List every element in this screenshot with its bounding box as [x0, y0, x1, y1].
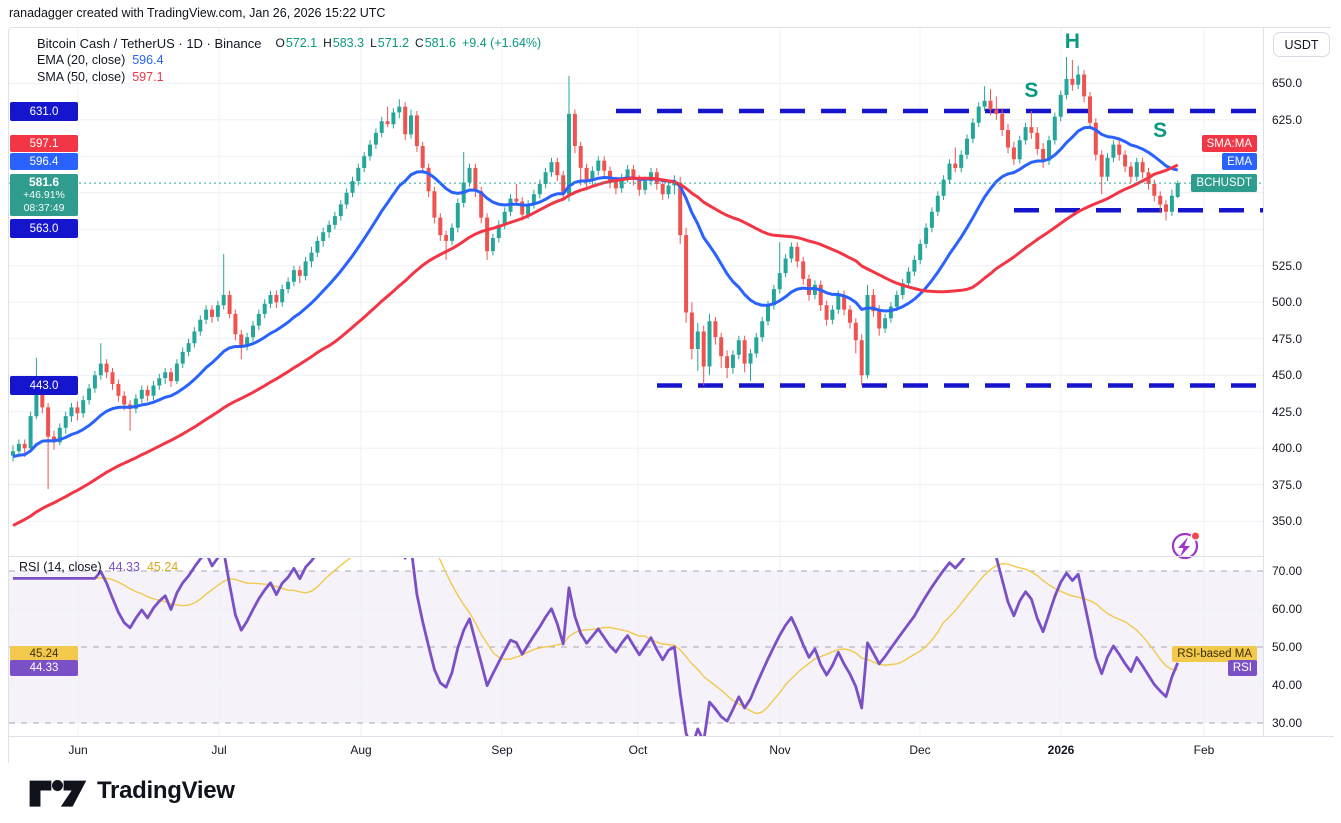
month-label: Oct	[629, 743, 648, 757]
head-label: H	[1065, 30, 1080, 54]
time-axis[interactable]: Jun Jul Aug Sep Oct Nov Dec 2026 Feb	[9, 737, 1334, 766]
last-price-change: +46.91%	[23, 189, 65, 202]
month-label: Nov	[769, 743, 790, 757]
rsi-tick: 40.00	[1272, 678, 1302, 692]
rsi-axis-tag: RSI	[1228, 660, 1257, 676]
chart-frame: Bitcoin Cash / TetherUS · 1D · Binance O…	[8, 27, 1333, 765]
rsi-axis-value-badge: 44.33	[10, 660, 78, 676]
ohlc-high-value: 583.3	[333, 36, 364, 50]
footer-branding[interactable]: TradingView	[26, 774, 235, 808]
legend-sma-row[interactable]: SMA (50, close) 597.1	[37, 69, 541, 85]
ema-line	[13, 127, 1178, 456]
ohlc-change-value: +9.4 (+1.64%)	[462, 36, 541, 50]
ohlc-close-value: 581.6	[425, 36, 456, 50]
month-label: Feb	[1194, 743, 1215, 757]
rsi-legend: RSI (14, close) 44.33 45.24	[19, 559, 178, 575]
month-label: Aug	[350, 743, 371, 757]
support-level-badge-443: 443.0	[10, 376, 78, 395]
symbol-title: Bitcoin Cash / TetherUS · 1D · Binance	[37, 36, 261, 51]
legend-ema-row[interactable]: EMA (20, close) 596.4	[37, 52, 541, 68]
ohlc-high-label: H	[323, 36, 332, 50]
sma-value: 597.1	[132, 70, 163, 84]
last-price-value: 581.6	[29, 176, 59, 189]
rsi-tick: 50.00	[1272, 640, 1302, 654]
currency-unit-button[interactable]: USDT	[1273, 32, 1330, 57]
rsi-ma-value: 45.24	[147, 560, 178, 574]
month-label: Dec	[909, 743, 930, 757]
chart-legend: Bitcoin Cash / TetherUS · 1D · Binance O…	[37, 35, 541, 85]
ema-axis-value-badge: 596.4	[10, 153, 78, 170]
price-tick: 350.0	[1272, 514, 1302, 528]
tradingview-chart-page: ranadagger created with TradingView.com,…	[0, 0, 1341, 823]
brand-name: TradingView	[97, 777, 235, 805]
ohlc-low-label: L	[370, 36, 377, 50]
support-level-badge-563: 563.0	[10, 219, 78, 238]
down-candle-bodies	[23, 75, 1168, 449]
price-tick: 475.0	[1272, 332, 1302, 346]
price-tick: 450.0	[1272, 368, 1302, 382]
rsi-tick: 30.00	[1272, 716, 1302, 730]
rsi-tick: 70.00	[1272, 564, 1302, 578]
price-axis[interactable]: USDT 650.0 625.0 525.0 500.0 475.0 450.0 425.0…	[1264, 28, 1334, 736]
ema-axis-tag: EMA	[1222, 153, 1257, 170]
lightning-circle-icon[interactable]	[1173, 532, 1200, 558]
pane-separator[interactable]	[9, 556, 1334, 557]
sma-label: SMA (50, close)	[37, 70, 125, 84]
price-tick: 525.0	[1272, 259, 1302, 273]
sma-axis-tag: SMA:MA	[1202, 135, 1257, 152]
price-tick: 500.0	[1272, 295, 1302, 309]
price-tick: 400.0	[1272, 441, 1302, 455]
price-tick: 650.0	[1272, 76, 1302, 90]
sma-axis-value-badge: 597.1	[10, 135, 78, 152]
shoulder-label: S	[1024, 79, 1038, 103]
legend-rsi-row[interactable]: RSI (14, close) 44.33 45.24	[19, 559, 178, 575]
last-price-badge: 581.6 +46.91% 08:37:49	[10, 174, 78, 216]
ohlc-open-label: O	[275, 36, 284, 50]
ema-label: EMA (20, close)	[37, 53, 125, 67]
shoulder-label: S	[1153, 119, 1167, 143]
month-label: Sep	[491, 743, 512, 757]
tradingview-logo-icon	[26, 774, 88, 808]
candle-countdown: 08:37:49	[24, 202, 65, 215]
resistance-level-badge-631: 631.0	[10, 102, 78, 121]
ohlc-open-value: 572.1	[286, 36, 317, 50]
rsi-value: 44.33	[109, 560, 140, 574]
ohlc-low-value: 571.2	[378, 36, 409, 50]
ema-value: 596.4	[132, 53, 163, 67]
rsi-tick: 60.00	[1272, 602, 1302, 616]
legend-symbol-row[interactable]: Bitcoin Cash / TetherUS · 1D · Binance O…	[37, 35, 541, 51]
price-tick: 425.0	[1272, 405, 1302, 419]
price-tick: 375.0	[1272, 478, 1302, 492]
month-label: Jul	[211, 743, 226, 757]
month-label: 2026	[1048, 743, 1075, 757]
symbol-axis-tag: BCHUSDT	[1191, 174, 1257, 192]
main-chart-plot[interactable]	[9, 28, 1263, 736]
price-tick: 625.0	[1272, 113, 1302, 127]
attribution-text: ranadagger created with TradingView.com,…	[9, 6, 385, 20]
ohlc-close-label: C	[415, 36, 424, 50]
rsi-label: RSI (14, close)	[19, 560, 102, 574]
month-label: Jun	[68, 743, 87, 757]
main-chart-svg[interactable]	[9, 28, 1263, 736]
